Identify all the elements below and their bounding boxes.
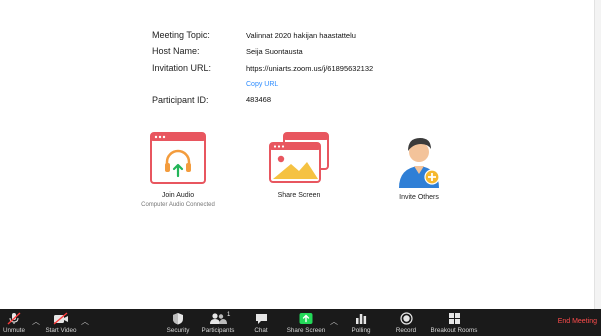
invitation-url-label: Invitation URL: — [152, 63, 212, 73]
invite-others-tile[interactable]: Invite Others — [364, 132, 474, 201]
host-name-label: Host Name: — [152, 46, 200, 56]
breakout-rooms-label: Breakout Rooms — [430, 327, 478, 334]
participants-icon — [210, 313, 227, 324]
join-audio-label[interactable]: Join Audio — [123, 192, 233, 199]
record-label: Record — [395, 327, 417, 334]
window-edge — [594, 0, 601, 309]
start-video-label: Start Video — [45, 327, 77, 334]
meeting-topic-value: Valinnat 2020 hakijan haastattelu — [246, 31, 356, 40]
chat-label: Chat — [254, 327, 268, 334]
polling-button[interactable]: Polling — [347, 309, 375, 336]
polling-label: Polling — [351, 327, 371, 334]
unmute-button[interactable]: Unmute — [0, 309, 28, 336]
join-audio-icon[interactable] — [150, 132, 206, 184]
host-name-value: Seija Suontausta — [246, 47, 303, 56]
share-screen-tile[interactable]: Share Screen — [244, 132, 354, 199]
shield-icon — [173, 313, 183, 325]
participants-button[interactable]: Participants — [199, 309, 237, 336]
participant-id-label: Participant ID: — [152, 95, 209, 105]
share-screen-icon[interactable] — [267, 132, 331, 184]
video-options-caret-icon[interactable]: ︿ — [81, 316, 89, 327]
invite-others-icon[interactable] — [393, 132, 445, 190]
video-off-icon — [53, 312, 68, 325]
participants-label: Participants — [201, 327, 235, 334]
participant-id-value: 483468 — [246, 95, 272, 104]
record-button[interactable]: Record — [392, 309, 420, 336]
record-icon — [399, 312, 413, 325]
audio-status-text: Computer Audio Connected — [141, 202, 215, 208]
share-screen-label[interactable]: Share Screen — [244, 192, 354, 199]
share-screen-arrow-icon — [299, 313, 313, 324]
audio-options-caret-icon[interactable]: ︿ — [32, 316, 40, 327]
share-screen-toolbar-label: Share Screen — [286, 327, 326, 334]
end-meeting-button[interactable]: End Meeting — [558, 318, 597, 325]
invite-others-label[interactable]: Invite Others — [364, 194, 474, 201]
share-options-caret-icon[interactable]: ︿ — [330, 316, 338, 327]
breakout-rooms-grid-icon — [448, 313, 460, 324]
unmute-label: Unmute — [2, 327, 26, 334]
security-label: Security — [166, 327, 190, 334]
meeting-info-panel: Meeting Topic: Valinnat 2020 hakijan haa… — [0, 0, 601, 309]
share-screen-button[interactable]: Share Screen — [285, 309, 327, 336]
meeting-toolbar: Unmute ︿ Start Video ︿ Security Particip… — [0, 309, 601, 336]
security-button[interactable]: Security — [162, 309, 194, 336]
invitation-url-value[interactable]: https://uniarts.zoom.us/j/61895632132 — [246, 64, 373, 73]
bar-chart-icon — [356, 314, 367, 324]
breakout-rooms-button[interactable]: Breakout Rooms — [428, 309, 480, 336]
chat-bubble-icon — [255, 314, 267, 324]
participants-count-badge: 1 — [227, 312, 231, 318]
start-video-button[interactable]: Start Video — [42, 309, 80, 336]
join-audio-tile[interactable]: Join Audio Computer Audio Connected — [123, 132, 233, 208]
meeting-topic-label: Meeting Topic: — [152, 30, 210, 40]
copy-url-link[interactable]: Copy URL — [246, 81, 278, 88]
chat-button[interactable]: Chat — [248, 309, 274, 336]
muted-microphone-icon — [7, 312, 21, 325]
